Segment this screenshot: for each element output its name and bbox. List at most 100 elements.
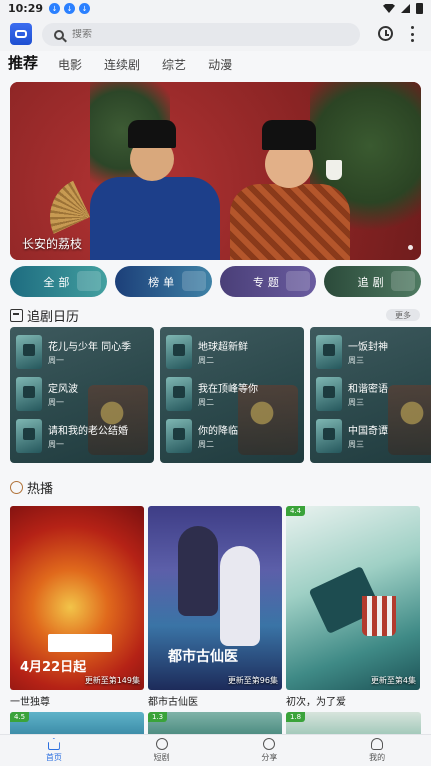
poster-date-text: 4月22日起 (20, 660, 87, 675)
show-name: 你的降临 (198, 426, 238, 437)
quick-actions: 全部 榜单 专题 追剧 (10, 266, 421, 297)
banner-pager-dot (408, 245, 413, 250)
tab-anime[interactable]: 动漫 (208, 56, 232, 77)
more-vertical-icon[interactable] (410, 26, 414, 42)
quick-topic-button[interactable]: 专题 (219, 266, 317, 297)
quick-all-label: 全部 (43, 275, 74, 289)
poster-card[interactable]: 4月22日起 更新至第149集 (10, 506, 144, 690)
search-input[interactable] (72, 29, 322, 40)
score-badge: 4.4 (286, 506, 306, 516)
list-item[interactable]: 我在顶峰等你 周二 (166, 377, 258, 411)
download-icon: ↓ (64, 3, 76, 14)
quick-ranking-label: 榜单 (148, 275, 179, 289)
show-day: 周二 (198, 356, 214, 365)
show-day: 周三 (348, 440, 364, 449)
poster-card[interactable]: 1.8 (286, 712, 421, 736)
poster-card[interactable]: 4.4 更新至第4集 (286, 506, 420, 690)
show-name: 定风波 (48, 384, 78, 395)
bottom-nav: 首页 短剧 分享 我的 (0, 734, 431, 766)
show-day: 周一 (48, 356, 64, 365)
download-icon: ↓ (79, 3, 91, 14)
show-thumbnail (16, 419, 42, 453)
calendar-card-monday[interactable]: 花儿与少年 同心季 周一 定风波 周一 请和我的老公结婚 周一 (10, 327, 154, 463)
signal-icon (401, 4, 410, 13)
show-name: 地球超新鲜 (198, 342, 248, 353)
list-item[interactable]: 你的降临 周二 (166, 419, 238, 453)
compass-icon (263, 738, 276, 750)
status-bar: 10:29 ↓ ↓ ↓ (0, 0, 431, 17)
calendar-section-header: 追剧日历 (10, 306, 79, 325)
calendar-card-wednesday[interactable]: 一饭封神 周三 和谐密语 周三 中国奇谭周三 (310, 327, 431, 463)
history-icon[interactable] (378, 26, 393, 41)
show-thumbnail (166, 419, 192, 453)
hot-posters: 4月22日起 更新至第149集 都市古仙医 更新至第96集 4.4 更新至第4集 (10, 506, 421, 692)
tab-recommend[interactable]: 推荐 (8, 52, 38, 77)
tab-series[interactable]: 连续剧 (104, 56, 140, 77)
show-name: 花儿与少年 同心季 (48, 342, 132, 353)
wifi-icon (383, 4, 395, 13)
show-day: 周二 (198, 440, 214, 449)
show-thumbnail (166, 335, 192, 369)
episode-badge: 更新至第4集 (370, 676, 416, 685)
top-bar (0, 17, 431, 51)
download-icon: ↓ (49, 3, 61, 14)
score-badge: 1.3 (148, 712, 168, 722)
show-day: 周一 (48, 398, 64, 407)
show-thumbnail (316, 335, 342, 369)
list-item[interactable]: 定风波 周一 (16, 377, 78, 411)
nav-share[interactable]: 分享 (216, 735, 324, 766)
score-badge: 1.8 (286, 712, 306, 722)
score-badge: 4.5 (10, 712, 30, 722)
hot-title: 热播 (27, 482, 54, 497)
nav-home-label: 首页 (45, 753, 62, 762)
calendar-more-button[interactable]: 更多 (386, 309, 420, 321)
show-thumbnail (316, 377, 342, 411)
show-day: 周二 (198, 398, 214, 407)
play-icon (155, 738, 168, 750)
poster-card[interactable]: 1.3 (148, 712, 282, 736)
list-item[interactable]: 中国奇谭 周三 (316, 419, 388, 453)
list-item[interactable]: 和谐密语 周三 (316, 377, 388, 411)
show-name: 中国奇谭 (348, 426, 388, 437)
calendar-row: 花儿与少年 同心季 周一 定风波 周一 请和我的老公结婚 周一 地球超新鲜 周二 我在顶… (10, 327, 431, 463)
quick-follow-label: 追剧 (357, 275, 388, 289)
calendar-icon (10, 309, 23, 322)
calendar-title: 追剧日历 (27, 310, 80, 325)
poster-card[interactable]: 4.5 (10, 712, 144, 736)
list-item[interactable]: 地球超新鲜 周二 (166, 335, 248, 369)
poster-title[interactable]: 一世独尊 (10, 693, 50, 708)
quick-topic-label: 专题 (252, 275, 283, 289)
quick-all-button[interactable]: 全部 (10, 266, 107, 297)
nav-home[interactable]: 首页 (0, 735, 108, 766)
poster-title[interactable]: 都市古仙医 (148, 693, 198, 708)
nav-profile-label: 我的 (369, 753, 386, 762)
nav-short-drama[interactable]: 短剧 (108, 735, 216, 766)
poster-title[interactable]: 初次，为了爱 (286, 693, 346, 708)
hot-section-header: 热播 (10, 478, 53, 497)
show-day: 周一 (48, 440, 64, 449)
user-icon (371, 738, 384, 750)
calendar-card-tuesday[interactable]: 地球超新鲜 周二 我在顶峰等你 周二 你的降临 周二 (160, 327, 304, 463)
home-icon (47, 738, 60, 750)
show-name: 请和我的老公结婚 (48, 426, 128, 437)
hero-banner[interactable]: 长安的荔枝 (10, 82, 421, 260)
tab-variety[interactable]: 综艺 (162, 56, 186, 77)
quick-ranking-button[interactable]: 榜单 (114, 266, 212, 297)
show-thumbnail (316, 419, 342, 453)
banner-image (80, 117, 220, 260)
show-name: 一饭封神 (348, 342, 388, 353)
show-thumbnail (16, 377, 42, 411)
banner-caption: 长安的荔枝 (22, 237, 83, 251)
list-item[interactable]: 一饭封神 周三 (316, 335, 388, 369)
nav-profile[interactable]: 我的 (323, 735, 431, 766)
quick-follow-button[interactable]: 追剧 (324, 266, 421, 297)
nav-short-drama-label: 短剧 (153, 753, 170, 762)
tab-movie[interactable]: 电影 (58, 56, 82, 77)
list-item[interactable]: 请和我的老公结婚 周一 (16, 419, 128, 453)
battery-icon (416, 3, 423, 14)
list-item[interactable]: 花儿与少年 同心季 周一 (16, 335, 131, 369)
search-bar[interactable] (42, 23, 360, 46)
poster-card[interactable]: 都市古仙医 更新至第96集 (148, 506, 282, 690)
hot-icon (10, 481, 23, 494)
app-logo[interactable] (10, 23, 32, 45)
